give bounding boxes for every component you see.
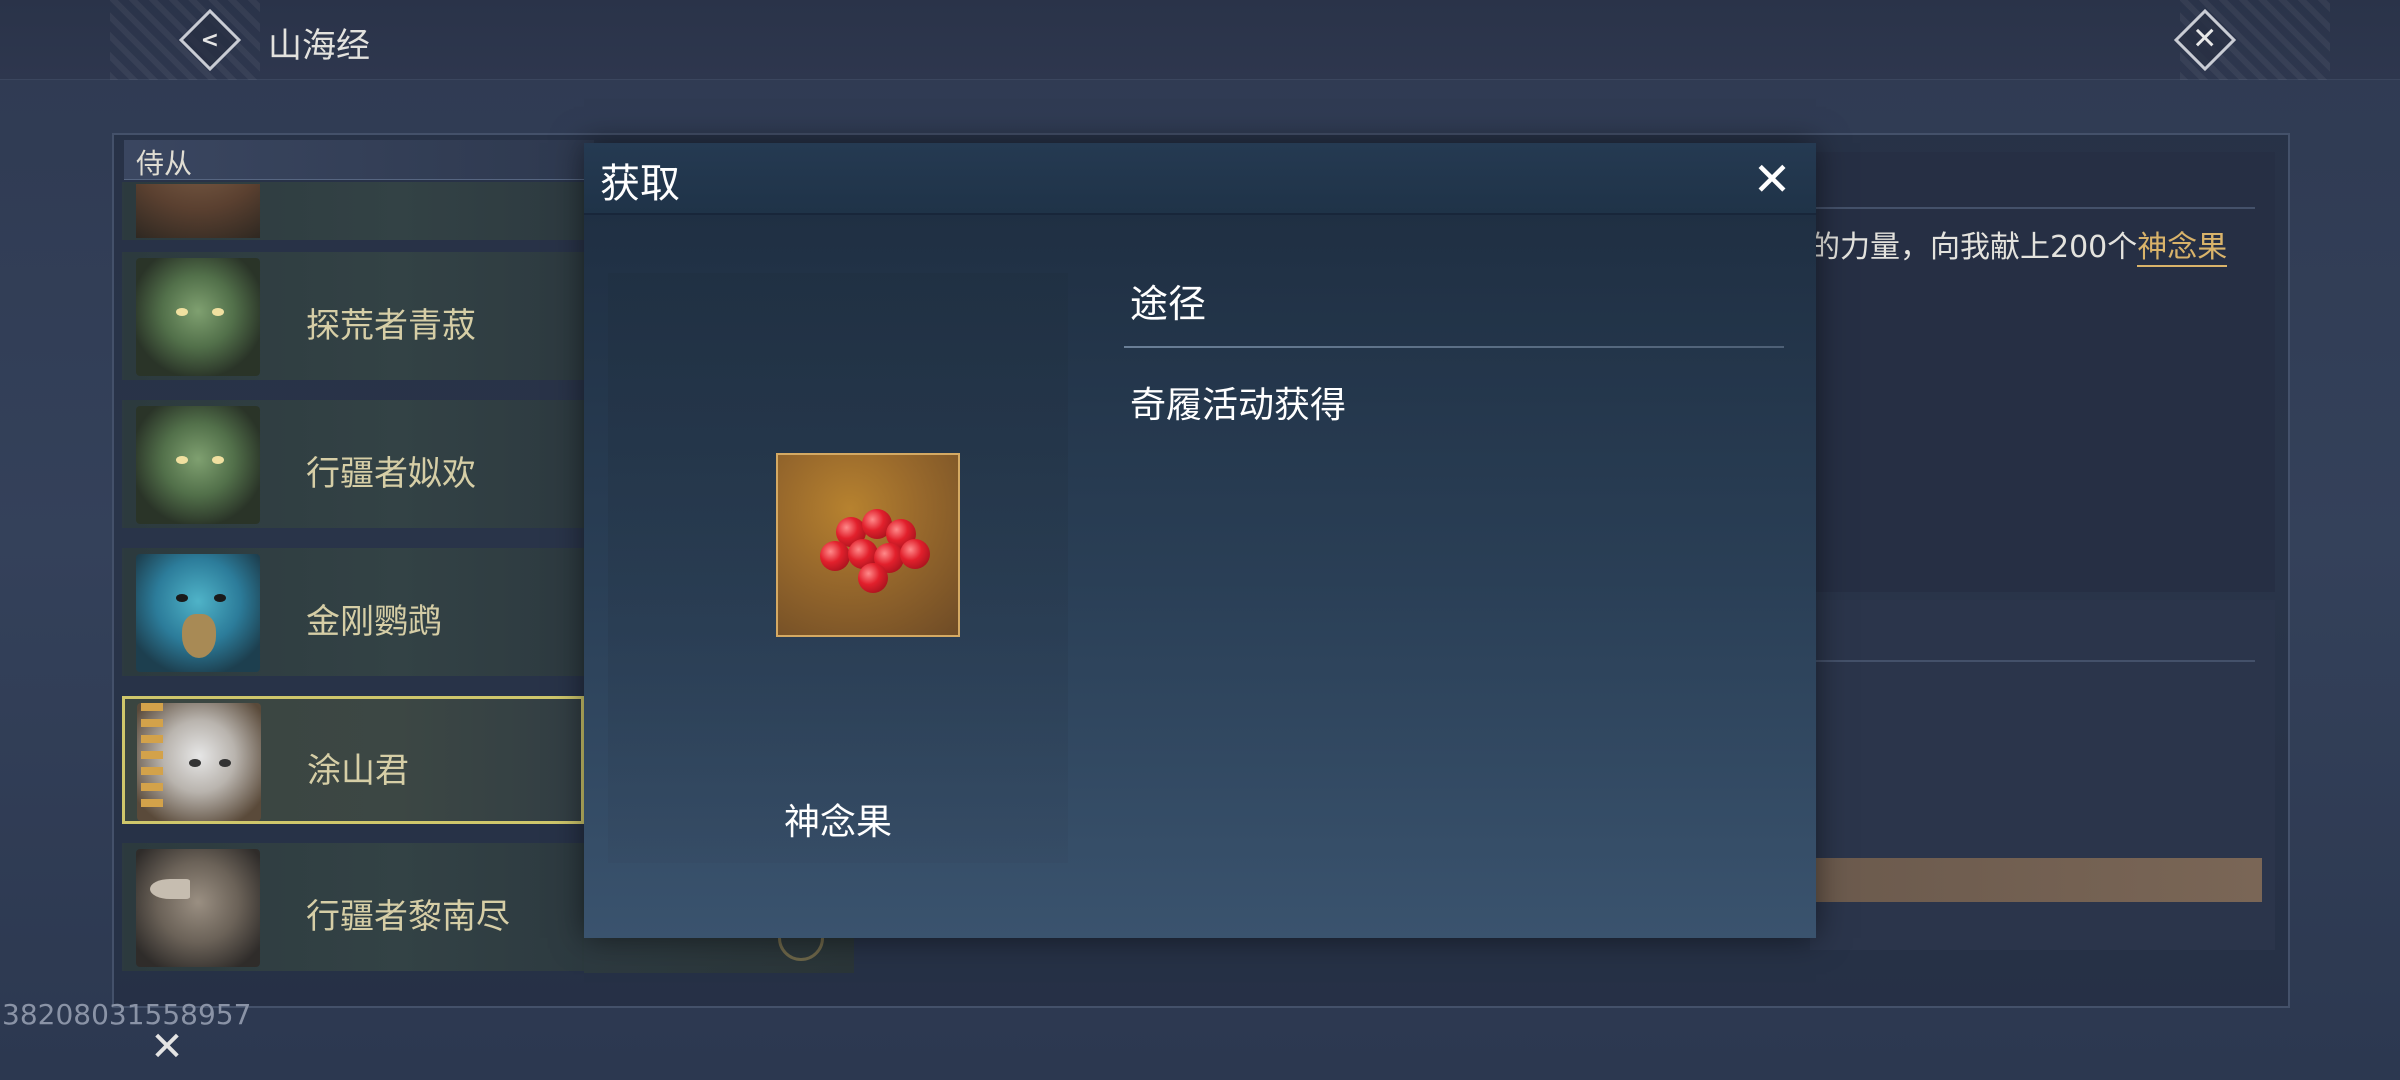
bottom-close-button[interactable]: ✕ — [145, 1024, 189, 1070]
sources-header: 途径 — [1130, 282, 1207, 326]
parrot-portrait — [136, 554, 260, 672]
list-item[interactable] — [122, 182, 584, 240]
lady-portrait — [137, 703, 261, 821]
rhino-portrait — [136, 849, 260, 967]
quest-panel — [1800, 152, 2275, 592]
quest-highlight-item[interactable]: 神念果 — [2137, 230, 2228, 267]
companions-label: 侍从 — [136, 147, 193, 180]
goblin-portrait — [136, 406, 260, 524]
source-item[interactable]: 奇履活动获得 — [1130, 376, 1346, 428]
list-item[interactable]: 金刚鹦鹉 — [122, 548, 584, 676]
item-name: 神念果 — [783, 802, 892, 843]
close-x-icon: ✕ — [1752, 152, 1792, 206]
list-item[interactable]: 行疆者黎南尽 — [122, 843, 584, 971]
quest-text: 的力量，向我献上200个神念果 — [1810, 230, 2228, 267]
goblin-portrait — [136, 258, 260, 376]
page-title: 山海经 — [268, 26, 370, 66]
top-close-button[interactable]: ✕ — [2173, 8, 2237, 72]
list-item[interactable]: 探荒者青菽 — [122, 252, 584, 380]
close-x-icon: ✕ — [2192, 21, 2218, 57]
list-item-selected[interactable]: 涂山君 — [122, 696, 584, 824]
modal-header: 获取 ✕ — [584, 143, 1816, 215]
list-item[interactable]: 行疆者姒欢 — [122, 400, 584, 528]
top-bar: < 山海经 ✕ — [0, 0, 2400, 80]
chevron-left-icon: < — [200, 27, 220, 53]
acquire-modal: 获取 ✕ 神念果 途径 奇履活动获得 — [584, 143, 1816, 938]
close-x-icon: ✕ — [150, 1024, 184, 1070]
modal-close-button[interactable]: ✕ — [1748, 155, 1796, 203]
partial-portrait — [136, 184, 260, 238]
divider — [1124, 346, 1784, 348]
red-berries-icon[interactable] — [776, 453, 960, 637]
companions-header: 侍从 — [124, 140, 594, 180]
user-id: 38208031558957 — [2, 998, 252, 1031]
modal-title: 获取 — [600, 161, 680, 207]
item-display: 神念果 — [608, 273, 1068, 863]
back-button[interactable]: < — [175, 8, 245, 72]
progress-bar — [1810, 858, 2262, 902]
